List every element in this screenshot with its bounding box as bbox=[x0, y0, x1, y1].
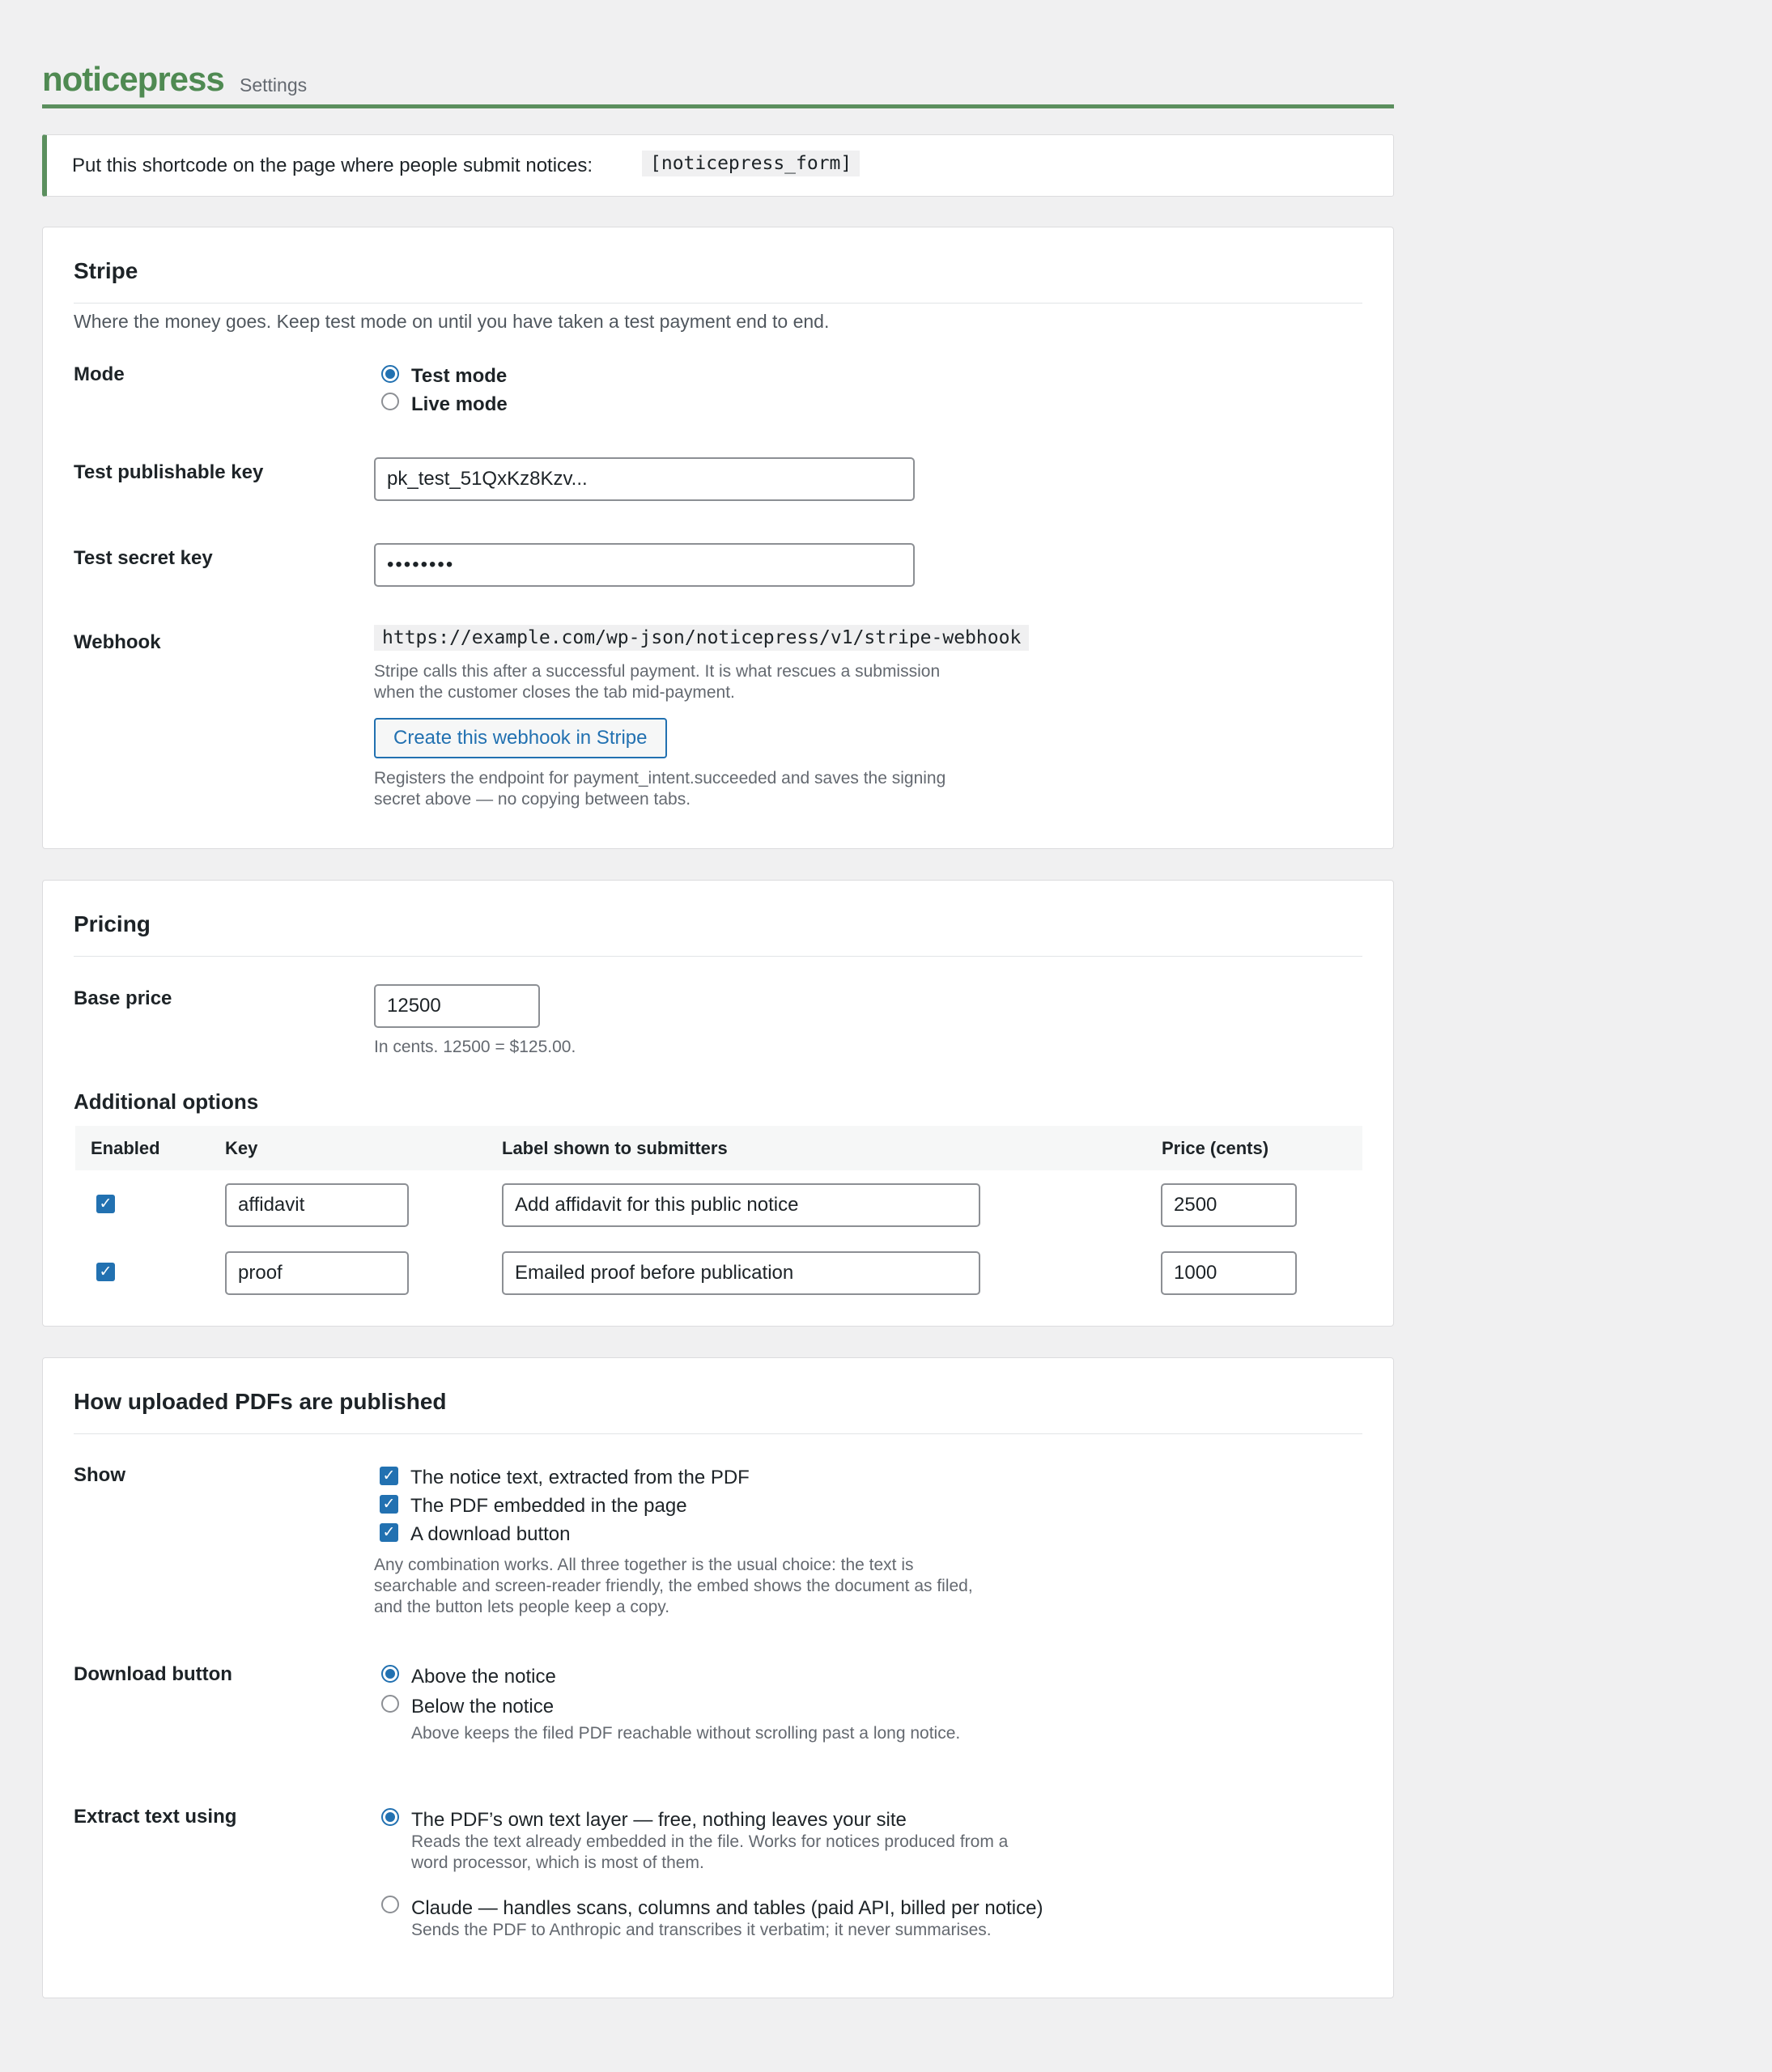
page-subtitle: Settings bbox=[240, 74, 308, 96]
download-help: Above keeps the filed PDF reachable with… bbox=[411, 1724, 961, 1743]
download-below-label: Below the notice bbox=[411, 1696, 555, 1717]
base-price-input[interactable]: 12500 bbox=[374, 984, 540, 1028]
pdf-publishing-divider bbox=[74, 1433, 1362, 1434]
show-help-line-3: and the button lets people keep a copy. bbox=[374, 1598, 670, 1616]
brand-logo: noticepress bbox=[42, 60, 225, 98]
base-price-help: In cents. 12500 = $125.00. bbox=[374, 1038, 576, 1056]
proof-label-input[interactable]: Emailed proof before publication bbox=[502, 1251, 980, 1295]
download-button-label: Download button bbox=[74, 1663, 232, 1685]
base-price-label: Base price bbox=[74, 987, 172, 1009]
show-text-label: The notice text, extracted from the PDF bbox=[410, 1467, 750, 1488]
extract-text-layer-label: The PDF’s own text layer — free, nothing… bbox=[411, 1809, 907, 1831]
proof-price-input[interactable]: 1000 bbox=[1161, 1251, 1297, 1295]
show-download-checkbox[interactable]: ✓ bbox=[380, 1523, 398, 1542]
secret-key-input[interactable]: •••••••• bbox=[374, 543, 915, 587]
mode-label: Mode bbox=[74, 363, 125, 385]
pricing-card: Pricing Base price 12500 In cents. 12500… bbox=[42, 880, 1394, 1327]
stripe-divider bbox=[74, 303, 1362, 304]
publishable-key-label: Test publishable key bbox=[74, 461, 264, 483]
webhook-help-line-2: when the customer closes the tab mid-pay… bbox=[374, 683, 735, 702]
settings-page: noticepress Settings Put this shortcode … bbox=[42, 0, 1394, 1998]
shortcode-notice: Put this shortcode on the page where peo… bbox=[42, 134, 1394, 197]
webhook-button-help-line-2: secret above — no copying between tabs. bbox=[374, 790, 691, 809]
extract-claude-label: Claude — handles scans, columns and tabl… bbox=[411, 1897, 1043, 1919]
proof-key-input[interactable]: proof bbox=[225, 1251, 409, 1295]
page-header: noticepress Settings bbox=[42, 0, 1394, 108]
secret-key-label: Test secret key bbox=[74, 547, 213, 569]
show-label: Show bbox=[74, 1464, 125, 1486]
proof-enabled-checkbox[interactable]: ✓ bbox=[96, 1263, 115, 1281]
test-mode-label: Test mode bbox=[411, 365, 508, 387]
webhook-help-line-1: Stripe calls this after a successful pay… bbox=[374, 662, 941, 681]
affidavit-price-input[interactable]: 2500 bbox=[1161, 1183, 1297, 1227]
shortcode-notice-text: Put this shortcode on the page where peo… bbox=[72, 155, 593, 176]
affidavit-key-input[interactable]: affidavit bbox=[225, 1183, 409, 1227]
pricing-divider bbox=[74, 956, 1362, 957]
extract-text-layer-help-line-1: Reads the text already embedded in the f… bbox=[411, 1832, 1009, 1851]
show-help-line-2: searchable and screen-reader friendly, t… bbox=[374, 1577, 973, 1595]
extract-claude-radio[interactable] bbox=[381, 1896, 399, 1913]
test-mode-radio[interactable] bbox=[381, 365, 399, 383]
extract-text-layer-radio[interactable] bbox=[381, 1808, 399, 1826]
stripe-description: Where the money goes. Keep test mode on … bbox=[74, 311, 830, 332]
col-label: Label shown to submitters bbox=[502, 1138, 728, 1158]
webhook-button-help-line-1: Registers the endpoint for payment_inten… bbox=[374, 769, 946, 788]
extract-text-label: Extract text using bbox=[74, 1806, 237, 1828]
download-above-radio[interactable] bbox=[381, 1665, 399, 1683]
col-enabled: Enabled bbox=[91, 1138, 160, 1158]
pdf-publishing-title: How uploaded PDFs are published bbox=[74, 1389, 447, 1414]
download-above-label: Above the notice bbox=[411, 1666, 556, 1688]
live-mode-radio[interactable] bbox=[381, 393, 399, 410]
affidavit-enabled-checkbox[interactable]: ✓ bbox=[96, 1195, 115, 1213]
shortcode-code: [noticepress_form] bbox=[642, 151, 861, 176]
show-embed-checkbox[interactable]: ✓ bbox=[380, 1495, 398, 1514]
extract-claude-help: Sends the PDF to Anthropic and transcrib… bbox=[411, 1921, 992, 1939]
create-webhook-button[interactable]: Create this webhook in Stripe bbox=[374, 718, 667, 758]
stripe-card: Stripe Where the money goes. Keep test m… bbox=[42, 227, 1394, 849]
col-price: Price (cents) bbox=[1162, 1138, 1269, 1158]
show-help-line-1: Any combination works. All three togethe… bbox=[374, 1556, 914, 1574]
pricing-title: Pricing bbox=[74, 911, 151, 936]
affidavit-label-input[interactable]: Add affidavit for this public notice bbox=[502, 1183, 980, 1227]
show-embed-label: The PDF embedded in the page bbox=[410, 1495, 687, 1517]
col-key: Key bbox=[225, 1138, 258, 1158]
webhook-label: Webhook bbox=[74, 631, 161, 653]
download-below-radio[interactable] bbox=[381, 1695, 399, 1713]
additional-options-title: Additional options bbox=[74, 1089, 259, 1114]
extract-text-layer-help-line-2: word processor, which is most of them. bbox=[411, 1853, 704, 1872]
stripe-title: Stripe bbox=[74, 258, 138, 283]
show-text-checkbox[interactable]: ✓ bbox=[380, 1467, 398, 1485]
options-table-header: Enabled Key Label shown to submitters Pr… bbox=[75, 1126, 1362, 1170]
live-mode-label: Live mode bbox=[411, 393, 508, 415]
publishable-key-input[interactable]: pk_test_51QxKz8Kzv... bbox=[374, 457, 915, 501]
webhook-url: https://example.com/wp-json/noticepress/… bbox=[374, 625, 1030, 651]
pdf-publishing-card: How uploaded PDFs are published Show ✓ T… bbox=[42, 1357, 1394, 1998]
show-download-label: A download button bbox=[410, 1523, 571, 1545]
